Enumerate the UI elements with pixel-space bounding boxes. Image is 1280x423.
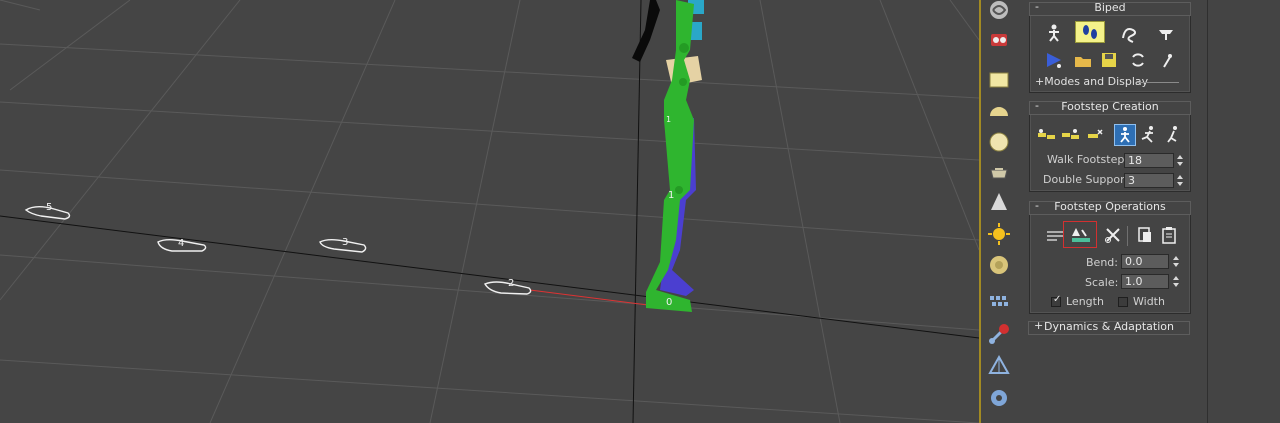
torus-icon[interactable] <box>987 253 1011 277</box>
bend-label: Bend: <box>1086 256 1118 269</box>
walk-footstep-spinner[interactable]: 18 <box>1124 153 1174 168</box>
copy-footsteps-button[interactable] <box>1134 224 1156 246</box>
double-support-spinner-arrows[interactable] <box>1175 173 1185 188</box>
teapot-icon[interactable] <box>987 160 1011 184</box>
biped-rollout: - Biped +Modes and Display <box>1029 0 1191 93</box>
footstep-mode-button[interactable] <box>1075 21 1105 43</box>
figure-mode-button[interactable] <box>1043 22 1065 44</box>
hemisphere-icon[interactable] <box>987 98 1011 122</box>
rollout-title: Dynamics & Adaptation <box>1044 320 1174 333</box>
length-checkbox[interactable]: ✓ <box>1051 294 1061 307</box>
load-file-button[interactable] <box>1072 49 1094 71</box>
double-support-label: Double Support <box>1043 173 1129 186</box>
command-panel: - Biped +Modes and Display - Footstep Cr… <box>1016 0 1207 423</box>
pyramid-icon[interactable] <box>987 354 1011 378</box>
plane-icon[interactable] <box>987 68 1011 92</box>
mixer-mode-button[interactable] <box>1155 22 1177 44</box>
panel-scroll-area[interactable] <box>1207 0 1280 423</box>
rollout-title: Footstep Creation <box>1061 100 1159 113</box>
sphere-icon[interactable] <box>987 130 1011 154</box>
create-footsteps-current-button[interactable] <box>1059 124 1081 146</box>
scale-label: Scale: <box>1085 276 1119 289</box>
modes-and-display-toggle[interactable]: +Modes and Display <box>1035 75 1148 88</box>
jump-gait-button[interactable] <box>1162 124 1184 146</box>
separator-line <box>1137 82 1179 83</box>
save-file-button[interactable] <box>1098 49 1120 71</box>
bend-spinner-arrows[interactable] <box>1171 254 1181 269</box>
move-all-mode-button[interactable] <box>1156 49 1178 71</box>
paste-footsteps-button[interactable] <box>1158 224 1180 246</box>
footstep-operations-header[interactable]: - Footstep Operations <box>1029 199 1191 215</box>
double-support-spinner[interactable]: 3 <box>1124 173 1174 188</box>
footstep-label-2: 2 <box>508 278 514 289</box>
motion-flow-mode-button[interactable] <box>1118 22 1140 44</box>
footstep-creation-rollout: - Footstep Creation Walk Footstep 18 Dou… <box>1029 99 1191 192</box>
footstep-label-5: 5 <box>46 202 52 213</box>
walk-footstep-label: Walk Footstep <box>1047 153 1125 166</box>
footstep-creation-header[interactable]: - Footstep Creation <box>1029 99 1191 115</box>
create-footsteps-append-button[interactable] <box>1035 124 1057 146</box>
gear-icon[interactable] <box>987 386 1011 410</box>
width-checkbox[interactable] <box>1118 297 1128 307</box>
scale-spinner-arrows[interactable] <box>1171 274 1181 289</box>
bone-label: 1 <box>666 115 671 124</box>
deactivate-footsteps-button[interactable] <box>1063 221 1097 248</box>
spacewarps-icon[interactable] <box>987 0 1011 22</box>
create-keys-inactive-button[interactable] <box>1084 124 1106 146</box>
width-label: Width <box>1133 295 1165 308</box>
footstep-label-1: 1 <box>668 190 674 201</box>
bend-spinner[interactable]: 0.0 <box>1121 254 1169 269</box>
dynamics-adaptation-rollout: + Dynamics & Adaptation <box>1028 319 1191 336</box>
biped-rollout-header[interactable]: - Biped <box>1029 0 1191 16</box>
biped-playback-button[interactable] <box>1043 49 1065 71</box>
cone-icon[interactable] <box>987 190 1011 214</box>
run-gait-button[interactable] <box>1138 124 1160 146</box>
walk-gait-button[interactable] <box>1114 124 1136 146</box>
toolbar-divider <box>1127 226 1128 246</box>
delete-footsteps-button[interactable] <box>1102 224 1124 246</box>
rollout-title: Biped <box>1094 1 1126 14</box>
create-category-rail <box>979 0 1016 423</box>
length-label: Length <box>1066 295 1104 308</box>
scale-spinner[interactable]: 1.0 <box>1121 274 1169 289</box>
convert-button[interactable] <box>1127 49 1149 71</box>
footstep-label-0: 0 <box>666 297 672 308</box>
rollout-title: Footstep Operations <box>1054 200 1166 213</box>
viewport-canvas[interactable]: 5 4 3 2 1 0 1 <box>0 0 979 423</box>
footstep-operations-rollout: - Footstep Operations Bend: 0.0 Scale: 1… <box>1029 199 1191 314</box>
grid-icon[interactable] <box>987 290 1011 314</box>
dynamics-adaptation-header[interactable]: + Dynamics & Adaptation <box>1028 319 1190 335</box>
footstep-label-4: 4 <box>178 238 184 249</box>
sun-icon[interactable] <box>987 222 1011 246</box>
bones-icon[interactable] <box>987 322 1011 346</box>
perspective-viewport[interactable]: 5 4 3 2 1 0 1 <box>0 0 979 423</box>
walk-footstep-spinner-arrows[interactable] <box>1175 153 1185 168</box>
systems-icon[interactable] <box>987 28 1011 52</box>
footstep-label-3: 3 <box>342 237 348 248</box>
